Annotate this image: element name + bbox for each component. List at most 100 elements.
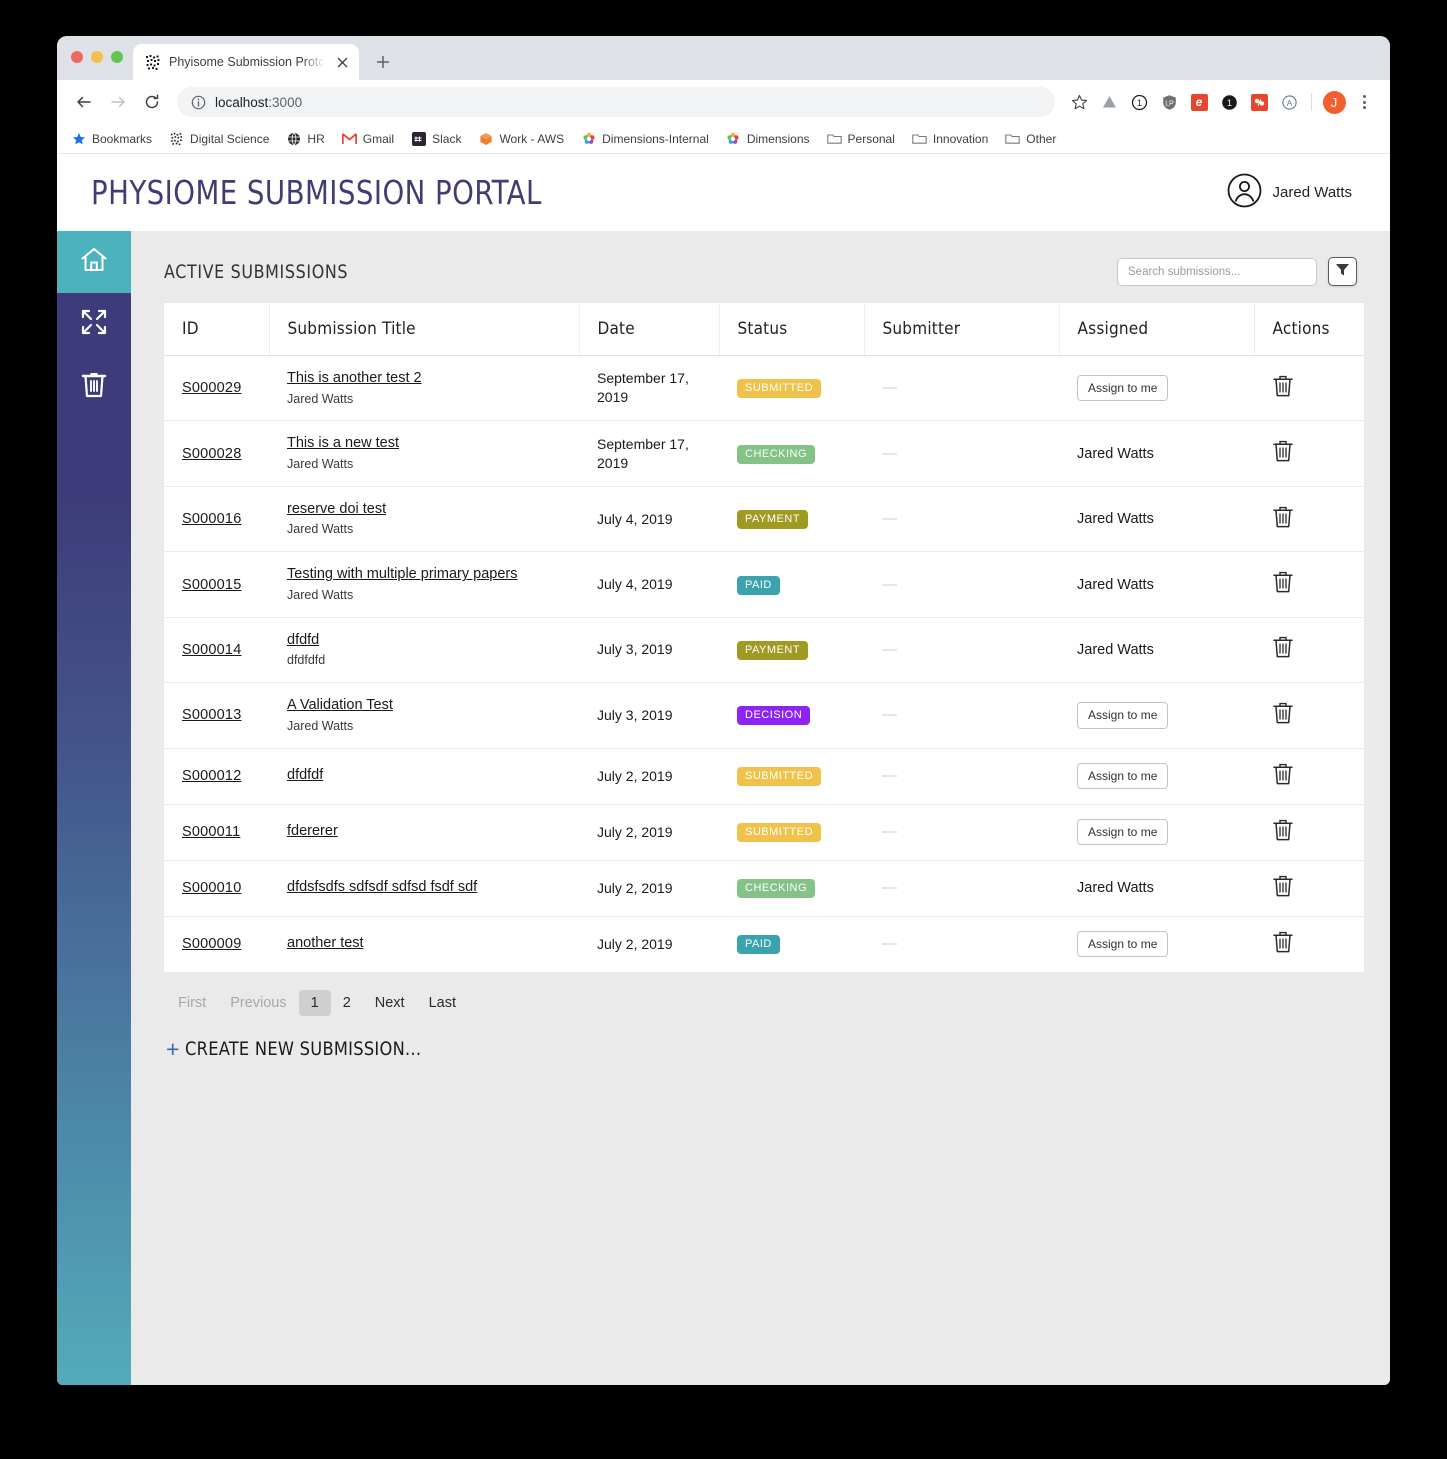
new-tab-button[interactable] [369, 48, 397, 76]
pagination-first[interactable]: First [166, 990, 218, 1016]
submission-title-link[interactable]: dfdfd [287, 631, 561, 651]
create-new-submission-button[interactable]: + CREATE NEW SUBMISSION... [164, 1037, 1357, 1061]
column-header-status[interactable]: Status [719, 303, 865, 356]
trash-icon[interactable] [1272, 702, 1294, 729]
forward-button[interactable] [103, 87, 133, 117]
bookmark-star-icon[interactable] [1065, 88, 1093, 116]
sidebar-item-trash[interactable] [57, 355, 131, 417]
browser-tab[interactable]: Phyisome Submission Prototyp [133, 44, 359, 80]
submission-id-link[interactable]: S000010 [182, 880, 241, 896]
column-header-submitter[interactable]: Submitter [864, 303, 1060, 356]
back-button[interactable] [69, 87, 99, 117]
site-info-icon[interactable] [191, 95, 206, 110]
submission-id-link[interactable]: S000015 [182, 577, 241, 593]
trash-icon[interactable] [1272, 571, 1294, 598]
submission-title-link[interactable]: another test [287, 934, 561, 954]
address-bar[interactable]: localhost:3000 [177, 87, 1055, 117]
column-header-assigned[interactable]: Assigned [1059, 303, 1255, 356]
pagination-next[interactable]: Next [363, 990, 417, 1016]
cell-id: S000016 [164, 486, 269, 553]
one-password-icon[interactable]: 1 [1125, 88, 1153, 116]
bookmark-folder-other[interactable]: Other [1005, 131, 1056, 146]
bookmark-digital-science[interactable]: Digital Science [169, 131, 269, 146]
trash-icon[interactable] [1272, 441, 1294, 467]
bookmark-gmail[interactable]: Gmail [341, 131, 394, 146]
assign-to-me-button[interactable]: Assign to me [1077, 702, 1169, 729]
trash-icon[interactable] [1272, 506, 1294, 533]
maximize-window-button[interactable] [111, 51, 123, 63]
bookmark-bookmarks[interactable]: Bookmarks [71, 131, 152, 146]
submission-title-link[interactable]: Testing with multiple primary papers [287, 565, 561, 585]
cell-assigned: Assign to me [1059, 355, 1254, 422]
submission-title-link[interactable]: This is a new test [287, 434, 561, 454]
reload-button[interactable] [137, 87, 167, 117]
google-drive-icon[interactable] [1095, 88, 1123, 116]
trash-icon[interactable] [1272, 375, 1294, 402]
cell-actions [1254, 748, 1364, 805]
bookmark-hr[interactable]: HR [286, 131, 325, 146]
dimensions-icon [726, 131, 741, 146]
bookmark-folder-innovation[interactable]: Innovation [912, 131, 988, 146]
profile-avatar[interactable]: J [1320, 88, 1348, 116]
user-menu[interactable]: Jared Watts [1227, 173, 1352, 213]
column-header-actions[interactable]: Actions [1254, 303, 1364, 356]
submission-title-link[interactable]: dfdsfsdfs sdfsdf sdfsd fsdf sdf [287, 878, 561, 898]
submission-id-link[interactable]: S000016 [182, 511, 241, 527]
assign-to-me-button[interactable]: Assign to me [1077, 762, 1169, 790]
bookmark-dimensions-internal[interactable]: Dimensions-Internal [581, 131, 709, 146]
pagination-page-1[interactable]: 1 [298, 989, 331, 1016]
submission-title-link[interactable]: fdererer [287, 822, 561, 842]
submission-id-link[interactable]: S000013 [182, 707, 241, 723]
filter-button[interactable] [1328, 257, 1357, 286]
minimize-window-button[interactable] [91, 51, 103, 63]
pagination-previous[interactable]: Previous [218, 990, 298, 1016]
pagination-page-2[interactable]: 2 [331, 990, 363, 1016]
assign-to-me-button[interactable]: Assign to me [1077, 930, 1169, 958]
pocket-icon[interactable]: 1 [1215, 88, 1243, 116]
bookmark-work-aws[interactable]: Work - AWS [478, 131, 564, 146]
submission-title-link[interactable]: reserve doi test [287, 500, 561, 520]
sidebar-item-home[interactable] [57, 231, 131, 293]
submission-title-link[interactable]: This is another test 2 [287, 369, 561, 389]
assign-to-me-button[interactable]: Assign to me [1077, 375, 1169, 402]
cell-actions [1254, 486, 1364, 553]
trash-icon[interactable] [1272, 875, 1294, 902]
submission-id-link[interactable]: S000012 [182, 768, 241, 784]
trash-icon[interactable] [1272, 819, 1294, 846]
table-header-row: ID Submission Title Date Status Submitte… [164, 303, 1364, 356]
column-header-id[interactable]: ID [164, 303, 270, 356]
submission-id-link[interactable]: S000029 [182, 380, 241, 396]
trash-icon[interactable] [1272, 763, 1294, 790]
grammarly-icon[interactable]: A [1275, 88, 1303, 116]
main-content: ACTIVE SUBMISSIONS Search submissions...… [131, 231, 1390, 1385]
bookmark-dimensions[interactable]: Dimensions [726, 131, 810, 146]
pagination-last[interactable]: Last [417, 990, 468, 1016]
assign-to-me-button[interactable]: Assign to me [1077, 818, 1169, 846]
kebab-menu-icon[interactable] [1350, 88, 1378, 116]
lastpass-shield-icon[interactable]: LP [1155, 88, 1183, 116]
column-header-date[interactable]: Date [579, 303, 720, 356]
assignee-name: Jared Watts [1077, 445, 1154, 462]
sidebar-item-expand[interactable] [57, 293, 131, 355]
table-row: S000014 dfdfd dfdfdfd July 3, 2019 PAYMENT — J… [164, 617, 1364, 684]
evernote-icon[interactable]: e [1185, 88, 1213, 116]
close-tab-icon[interactable] [333, 53, 351, 71]
trash-icon[interactable] [1272, 637, 1294, 663]
column-header-title[interactable]: Submission Title [269, 303, 580, 356]
bookmark-slack[interactable]: Slack [411, 131, 461, 146]
trash-icon[interactable] [1272, 931, 1294, 958]
submission-id-link[interactable]: S000028 [182, 446, 241, 462]
submitter-value: — [882, 879, 897, 897]
cell-status: SUBMITTED [719, 355, 864, 422]
search-input[interactable] [1117, 257, 1317, 286]
submission-title-link[interactable]: A Validation Test [287, 696, 561, 716]
close-window-button[interactable] [71, 51, 83, 63]
bookmark-folder-personal[interactable]: Personal [826, 131, 895, 146]
submission-title-link[interactable]: dfdfdf [287, 766, 561, 786]
submission-id-link[interactable]: S000014 [182, 642, 241, 658]
status-badge: PAID [737, 935, 780, 955]
honey-icon[interactable] [1245, 88, 1273, 116]
assignee-name: Jared Watts [1077, 641, 1154, 658]
submission-id-link[interactable]: S000011 [182, 824, 240, 840]
submission-id-link[interactable]: S000009 [182, 936, 241, 952]
